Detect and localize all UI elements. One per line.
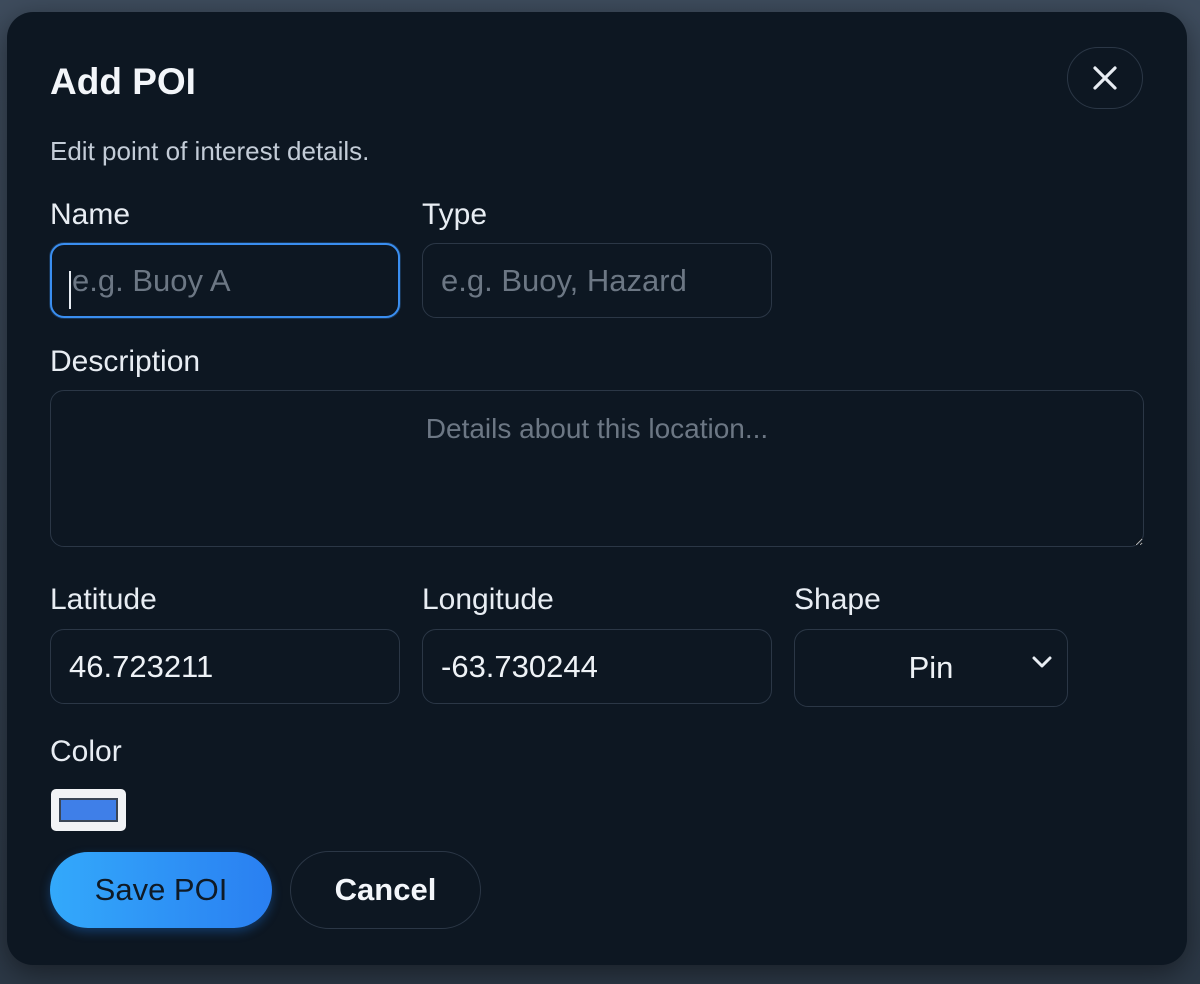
longitude-input[interactable] bbox=[422, 629, 772, 704]
name-label: Name bbox=[50, 198, 131, 231]
text-caret bbox=[69, 271, 71, 309]
shape-select[interactable]: Pin bbox=[794, 629, 1068, 707]
description-textarea[interactable] bbox=[50, 390, 1144, 547]
name-input[interactable] bbox=[50, 243, 400, 318]
shape-selected-value: Pin bbox=[908, 650, 954, 685]
latitude-input[interactable] bbox=[50, 629, 400, 704]
color-picker[interactable] bbox=[51, 789, 126, 831]
description-label: Description bbox=[50, 345, 201, 378]
dialog-title: Add POI bbox=[50, 61, 196, 102]
dialog-subtitle: Edit point of interest details. bbox=[50, 136, 370, 166]
type-label: Type bbox=[422, 198, 488, 231]
color-swatch bbox=[59, 798, 118, 822]
save-poi-button[interactable]: Save POI bbox=[50, 852, 272, 928]
close-button[interactable] bbox=[1067, 47, 1143, 109]
shape-label: Shape bbox=[794, 583, 881, 616]
chevron-down-icon bbox=[1032, 656, 1052, 668]
cancel-button[interactable]: Cancel bbox=[290, 851, 481, 929]
close-icon bbox=[1093, 66, 1117, 90]
type-input[interactable] bbox=[422, 243, 772, 318]
latitude-label: Latitude bbox=[50, 583, 157, 616]
color-label: Color bbox=[50, 735, 122, 768]
add-poi-dialog: Add POI Edit point of interest details. … bbox=[7, 12, 1187, 965]
longitude-label: Longitude bbox=[422, 583, 554, 616]
